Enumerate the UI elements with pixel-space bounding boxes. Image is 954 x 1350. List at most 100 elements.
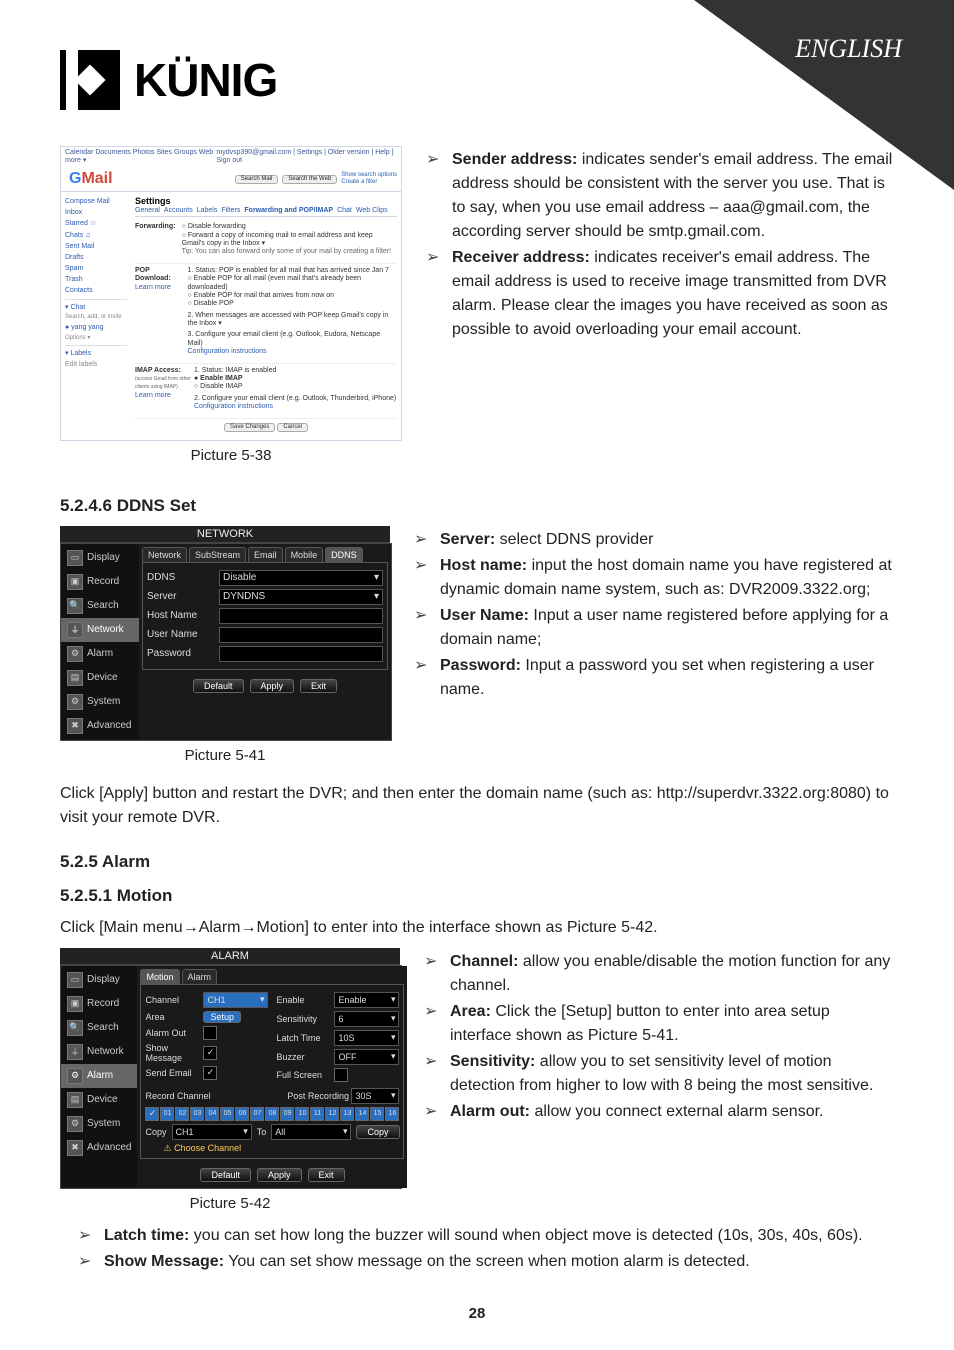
bullet-arrow-icon: ➢ <box>414 554 430 602</box>
bullet-alarm-show-message: ➢Show Message: You can set show message … <box>78 1250 894 1274</box>
dropdown-icon: ▾ <box>343 1126 348 1137</box>
alarm-tabs: MotionAlarm <box>137 966 407 984</box>
dvr-tabs: NetworkSubStreamEmailMobileDDNS <box>139 544 391 562</box>
ddns-followup-text: Click [Apply] button and restart the DVR… <box>60 782 894 830</box>
bullet-alarm-out: ➢Alarm out: allow you connect external a… <box>424 1100 894 1124</box>
system-icon: ⚙ <box>67 1116 83 1132</box>
bullet-ddns-server: ➢Server: select DDNS provider <box>414 528 894 552</box>
alarm-out-checkbox <box>203 1026 217 1040</box>
page-corner-fold <box>694 0 954 190</box>
page-number: 28 <box>0 1305 954 1322</box>
dropdown-icon: ▾ <box>391 1013 396 1024</box>
dropdown-icon: ▾ <box>260 994 265 1005</box>
sensitivity-select: 6▾ <box>334 1011 399 1027</box>
dvr-window-title: NETWORK <box>60 526 390 543</box>
figure-5-41-caption: Picture 5-41 <box>185 747 266 764</box>
hostname-input <box>219 608 383 624</box>
network-icon: ⏚ <box>67 622 83 638</box>
bullet-arrow-icon: ➢ <box>78 1250 94 1274</box>
bullet-alarm-channel: ➢Channel: allow you enable/disable the m… <box>424 950 894 998</box>
gmail-nav: Compose Mail Inbox Starred ☆ Chats ♫ Sen… <box>61 192 131 440</box>
area-setup-button: Setup <box>203 1011 241 1023</box>
dropdown-icon: ▾ <box>391 1051 396 1062</box>
figure-5-41: NETWORK ▭Display ▣Record 🔍Search ⏚Networ… <box>60 526 390 774</box>
exit-button: Exit <box>300 679 337 693</box>
display-icon: ▭ <box>67 550 83 566</box>
search-web-button: Search the Web <box>282 175 337 184</box>
default-button: Default <box>193 679 244 693</box>
search-icon: 🔍 <box>67 598 83 614</box>
gmail-settings-main: Settings GeneralAccountsLabelsFiltersFor… <box>131 192 401 440</box>
dropdown-icon: ▾ <box>374 572 379 583</box>
server-select: DYNDNS▾ <box>219 589 383 605</box>
alarm-window-title: ALARM <box>60 948 400 965</box>
figure-5-42: ALARM ▭Display ▣Record 🔍Search ⏚Network … <box>60 948 400 1222</box>
bullet-arrow-icon: ➢ <box>424 950 440 998</box>
record-icon: ▣ <box>67 574 83 590</box>
full-screen-checkbox <box>334 1068 348 1082</box>
bullet-alarm-sensitivity: ➢Sensitivity: allow you to set sensitivi… <box>424 1050 894 1098</box>
post-recording-select: 30S▾ <box>351 1088 399 1104</box>
advanced-icon: ✖ <box>67 718 83 734</box>
search-mail-button: Search Mail <box>235 175 279 184</box>
bullet-arrow-icon: ➢ <box>414 528 430 552</box>
heading-5-2-5: 5.2.5 Alarm <box>60 852 894 872</box>
bullet-arrow-icon: ➢ <box>414 654 430 702</box>
tooltip-choose-channel: ⚠ Choose Channel <box>163 1143 399 1154</box>
channel-select: CH1▾ <box>203 992 268 1008</box>
copy-button: Copy <box>356 1125 399 1139</box>
bullet-receiver-address: ➢ Receiver address: indicates receiver's… <box>426 246 894 342</box>
alarm-icon: ⚙ <box>67 646 83 662</box>
record-icon: ▣ <box>67 996 83 1012</box>
bullet-arrow-icon: ➢ <box>426 148 442 244</box>
dropdown-icon: ▾ <box>391 1032 396 1043</box>
dvr-sidebar: ▭Display ▣Record 🔍Search ⏚Network ⚙Alarm… <box>61 966 137 1188</box>
exit-button: Exit <box>308 1168 345 1182</box>
heading-5-2-4-6: 5.2.4.6 DDNS Set <box>60 496 894 516</box>
bullet-ddns-host: ➢Host name: input the host domain name y… <box>414 554 894 602</box>
apply-button: Apply <box>250 679 295 693</box>
latch-time-select: 10S▾ <box>334 1030 399 1046</box>
gmail-cancel-button: Cancel <box>277 423 308 432</box>
search-hint: Show search options Create a filter <box>341 172 397 186</box>
ddns-select: Disable▾ <box>219 570 383 586</box>
buzzer-select: OFF▾ <box>334 1049 399 1065</box>
advanced-icon: ✖ <box>67 1140 83 1156</box>
gmail-top-links: Calendar Documents Photos Sites Groups W… <box>65 149 216 166</box>
alarm-icon: ⚙ <box>67 1068 83 1084</box>
dvr-sidebar: ▭Display ▣Record 🔍Search ⏚Network ⚙Alarm… <box>61 544 139 740</box>
search-icon: 🔍 <box>67 1020 83 1036</box>
dropdown-icon: ▾ <box>374 591 379 602</box>
motion-lead-text: Click [Main menu→Alarm→Motion] to enter … <box>60 916 894 940</box>
figure-5-38: Calendar Documents Photos Sites Groups W… <box>60 146 402 474</box>
bullet-ddns-user: ➢User Name: Input a user name registered… <box>414 604 894 652</box>
bullet-arrow-icon: ➢ <box>424 1000 440 1048</box>
figure-5-42-caption: Picture 5-42 <box>190 1195 271 1212</box>
bullet-arrow-icon: ➢ <box>424 1100 440 1124</box>
gmail-save-button: Save Changes <box>224 423 275 432</box>
device-icon: ▤ <box>67 1092 83 1108</box>
copy-from-select: CH1▾ <box>172 1124 252 1140</box>
channel-grid: ✓ 01 02 03 04 05 06 07 08 09 10 <box>145 1107 399 1121</box>
apply-button: Apply <box>257 1168 302 1182</box>
username-input <box>219 627 383 643</box>
send-email-checkbox: ✓ <box>203 1066 217 1080</box>
default-button: Default <box>200 1168 251 1182</box>
dropdown-icon: ▾ <box>391 994 396 1005</box>
gmail-logo: GMail <box>65 169 117 190</box>
device-icon: ▤ <box>67 670 83 686</box>
display-icon: ▭ <box>67 972 83 988</box>
system-icon: ⚙ <box>67 694 83 710</box>
language-label: ENGLISH <box>795 34 902 64</box>
bullet-arrow-icon: ➢ <box>426 246 442 342</box>
bullet-arrow-icon: ➢ <box>424 1050 440 1098</box>
gmail-settings-screenshot: Calendar Documents Photos Sites Groups W… <box>60 146 402 441</box>
dropdown-icon: ▾ <box>391 1090 396 1101</box>
logo-icon <box>60 50 120 110</box>
enable-select: Enable▾ <box>334 992 399 1008</box>
bullet-alarm-area: ➢Area: Click the [Setup] button to enter… <box>424 1000 894 1048</box>
bullet-arrow-icon: ➢ <box>78 1224 94 1248</box>
show-message-checkbox: ✓ <box>203 1046 217 1060</box>
bullet-arrow-icon: ➢ <box>414 604 430 652</box>
logo-text: KÜNIG <box>134 53 277 107</box>
